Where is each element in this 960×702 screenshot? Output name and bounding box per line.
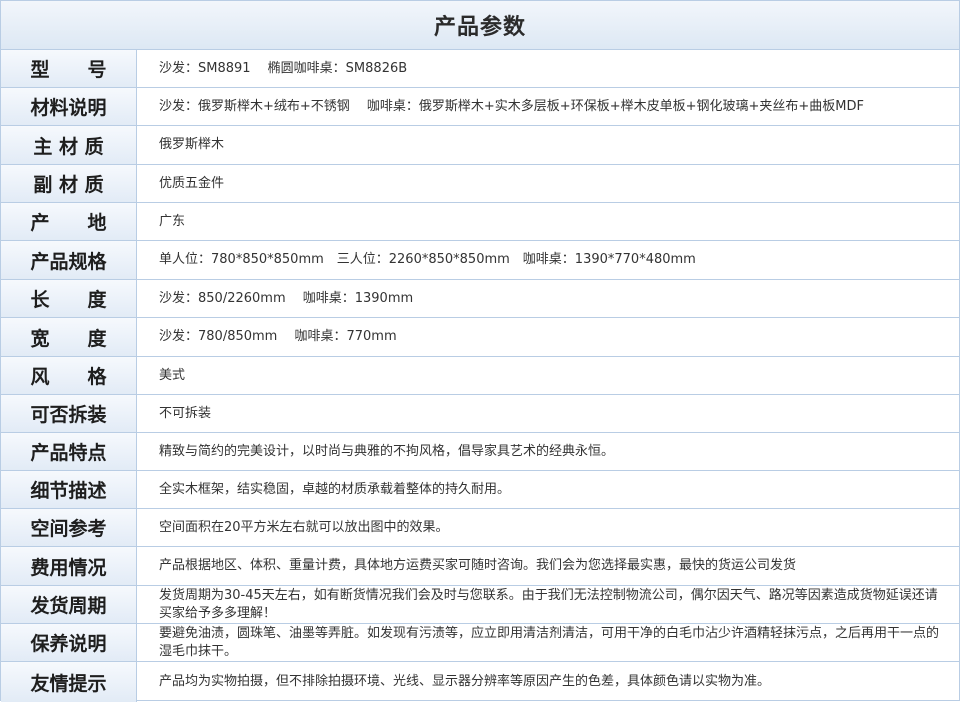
row-value: 产品均为实物拍摄，但不排除拍摄环境、光线、显示器分辨率等原因产生的色差，具体颜色… [159,674,771,689]
row-origin: 产 地 广东 [1,203,959,241]
row-label: 型 号 [1,50,137,87]
row-length: 长 度 沙发：850/2260mm 咖啡桌：1390mm [1,280,959,318]
row-value: 沙发：俄罗斯榉木+绒布+不锈钢 咖啡桌：俄罗斯榉木+实木多层板+环保板+榉木皮单… [159,98,864,114]
row-secondary-material: 副 材 质 优质五金件 [1,165,959,203]
row-label: 产 地 [1,203,137,240]
row-style: 风 格 美式 [1,357,959,395]
row-label: 保养说明 [1,624,137,661]
row-label: 发货周期 [1,586,137,623]
row-value: 沙发：780/850mm 咖啡桌：770mm [159,329,397,344]
row-label: 友情提示 [1,662,137,702]
row-label: 细节描述 [1,471,137,508]
row-value: 精致与简约的完美设计，以时尚与典雅的不拘风格，倡导家具艺术的经典永恒。 [159,443,615,459]
product-parameters-table: 产品参数 型 号 沙发：SM8891 椭圆咖啡桌：SM8826B 材料说明 沙发… [0,0,960,702]
row-value: 空间面积在20平方米左右就可以放出图中的效果。 [159,519,449,535]
row-model: 型 号 沙发：SM8891 椭圆咖啡桌：SM8826B [1,50,959,88]
row-label: 可否拆装 [1,395,137,432]
row-features: 产品特点 精致与简约的完美设计，以时尚与典雅的不拘风格，倡导家具艺术的经典永恒。 [1,433,959,471]
row-detachable: 可否拆装 不可拆装 [1,395,959,433]
row-value: 全实木框架，结实稳固，卓越的材质承载着整体的持久耐用。 [159,481,511,497]
row-label: 材料说明 [1,88,137,125]
row-value: 单人位：780*850*850mm 三人位：2260*850*850mm 咖啡桌… [159,252,696,267]
row-label: 主 材 质 [1,126,137,164]
row-materials: 材料说明 沙发：俄罗斯榉木+绒布+不锈钢 咖啡桌：俄罗斯榉木+实木多层板+环保板… [1,88,959,126]
row-details: 细节描述 全实木框架，结实稳固，卓越的材质承载着整体的持久耐用。 [1,471,959,509]
row-label: 宽 度 [1,318,137,356]
row-costs: 费用情况 产品根据地区、体积、重量计费，具体地方运费买家可随时咨询。我们会为您选… [1,547,959,586]
row-value: 广东 [159,213,186,229]
row-label: 空间参考 [1,509,137,546]
row-friendly-tips: 友情提示 产品均为实物拍摄，但不排除拍摄环境、光线、显示器分辨率等原因产生的色差… [1,662,959,702]
row-value: 优质五金件 [159,175,225,191]
row-label: 产品规格 [1,241,137,279]
row-space-reference: 空间参考 空间面积在20平方米左右就可以放出图中的效果。 [1,509,959,547]
row-value: 发货周期为30-45天左右，如有断货情况我们会及时与您联系。由于我们无法控制物流… [159,588,938,621]
row-main-material: 主 材 质 俄罗斯榉木 [1,126,959,165]
row-value: 沙发：SM8891 椭圆咖啡桌：SM8826B [159,60,408,76]
row-value: 要避免油渍，圆珠笔、油墨等弄脏。如发现有污渍等，应立即用清洁剂清洁，可用干净的白… [159,626,940,659]
row-width: 宽 度 沙发：780/850mm 咖啡桌：770mm [1,318,959,357]
row-label: 费用情况 [1,547,137,585]
row-value: 美式 [159,367,186,383]
row-label: 风 格 [1,357,137,394]
table-title: 产品参数 [1,1,959,50]
row-value: 沙发：850/2260mm 咖啡桌：1390mm [159,290,414,306]
row-label: 长 度 [1,280,137,317]
row-value: 不可拆装 [159,405,212,421]
row-value: 产品根据地区、体积、重量计费，具体地方运费买家可随时咨询。我们会为您选择最实惠，… [159,558,797,573]
row-value: 俄罗斯榉木 [159,137,225,152]
row-shipping-period: 发货周期 发货周期为30-45天左右，如有断货情况我们会及时与您联系。由于我们无… [1,586,959,624]
row-specifications: 产品规格 单人位：780*850*850mm 三人位：2260*850*850m… [1,241,959,280]
row-label: 产品特点 [1,433,137,470]
row-label: 副 材 质 [1,165,137,202]
row-maintenance: 保养说明 要避免油渍，圆珠笔、油墨等弄脏。如发现有污渍等，应立即用清洁剂清洁，可… [1,624,959,662]
